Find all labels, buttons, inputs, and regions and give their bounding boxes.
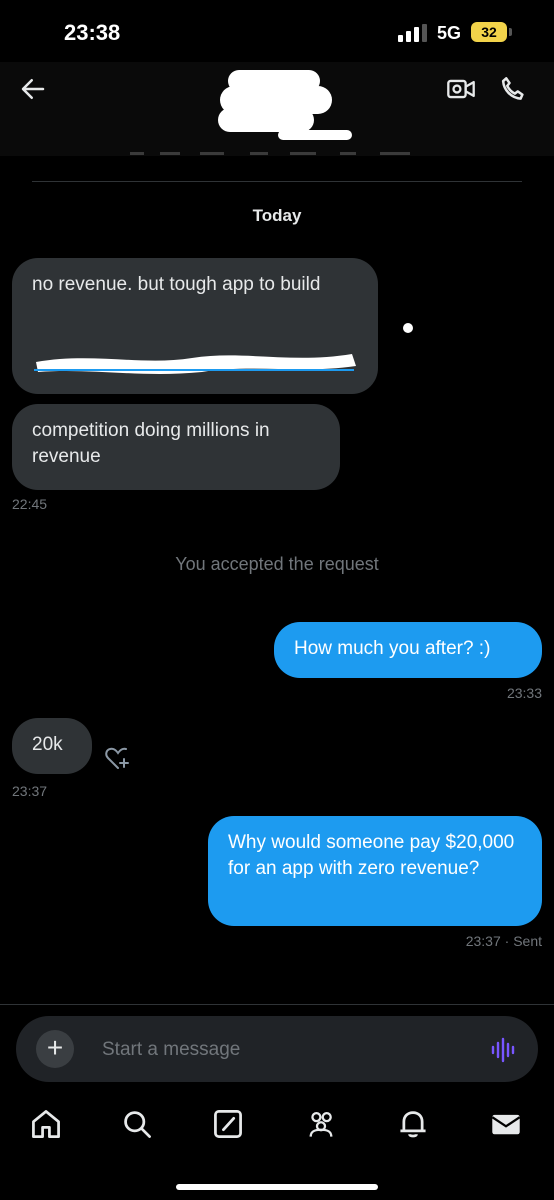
- status-bar: 23:38 5G 32: [0, 0, 554, 62]
- home-indicator[interactable]: [176, 1184, 378, 1190]
- messages-icon[interactable]: [490, 1108, 522, 1140]
- battery-tip: [509, 28, 512, 36]
- contact-name-redacted[interactable]: [218, 70, 352, 142]
- incoming-message[interactable]: 20k: [12, 718, 92, 774]
- phone-icon[interactable]: [498, 74, 528, 104]
- video-call-icon[interactable]: [446, 74, 476, 104]
- message-text: 20k: [32, 734, 63, 755]
- add-media-button[interactable]: +: [36, 1030, 74, 1068]
- battery-icon: 32: [471, 22, 507, 42]
- redacted-subtitle: [130, 152, 410, 155]
- message-text: How much you after? :): [294, 638, 491, 659]
- bottom-nav: [0, 1098, 554, 1158]
- compose-icon[interactable]: [212, 1108, 244, 1140]
- network-label: 5G: [437, 23, 462, 43]
- date-separator: Today: [252, 206, 302, 225]
- header-divider: [32, 181, 522, 182]
- redacted-link: [34, 354, 356, 374]
- message-text: Why would someone pay $20,000 for an app…: [228, 832, 515, 879]
- message-timestamp-sent: 23:37 · Sent: [465, 933, 542, 949]
- message-timestamp: 22:45: [12, 496, 48, 512]
- signal-icon: [398, 24, 430, 42]
- outgoing-message[interactable]: How much you after? :): [274, 622, 542, 678]
- home-icon[interactable]: [30, 1108, 62, 1140]
- system-note: You accepted the request: [175, 554, 379, 574]
- message-composer: +: [16, 1016, 538, 1082]
- communities-icon[interactable]: [305, 1108, 337, 1140]
- chat-header: [0, 62, 554, 156]
- composer-divider: [0, 1004, 554, 1005]
- incoming-message[interactable]: no revenue. but tough app to build: [12, 258, 378, 394]
- message-text: competition doing millions in revenue: [32, 420, 270, 467]
- unread-dot: [403, 323, 413, 333]
- message-input[interactable]: [100, 1032, 464, 1068]
- arrow-left-icon[interactable]: [18, 74, 48, 104]
- search-icon[interactable]: [121, 1108, 153, 1140]
- add-reaction-icon[interactable]: [104, 746, 132, 772]
- notifications-icon[interactable]: [397, 1108, 429, 1140]
- message-timestamp: 23:33: [506, 685, 542, 701]
- voice-message-icon[interactable]: [490, 1037, 518, 1063]
- outgoing-message[interactable]: Why would someone pay $20,000 for an app…: [208, 816, 542, 926]
- incoming-message[interactable]: competition doing millions in revenue: [12, 404, 340, 490]
- message-timestamp: 23:37: [12, 783, 48, 799]
- status-time: 23:38: [64, 20, 121, 45]
- message-text: no revenue. but tough app to build: [32, 274, 321, 295]
